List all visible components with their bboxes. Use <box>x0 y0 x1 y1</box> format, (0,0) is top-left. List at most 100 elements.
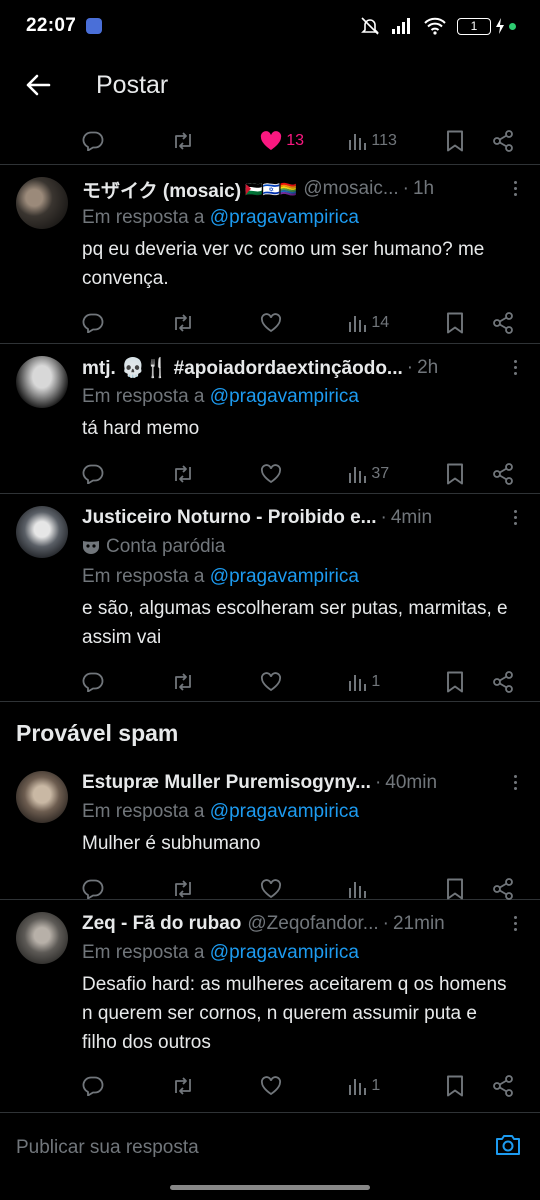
timestamp[interactable]: 1h <box>413 178 434 200</box>
bookmark-button[interactable] <box>446 671 492 693</box>
views-button[interactable]: 1 <box>347 672 446 692</box>
timestamp[interactable]: 4min <box>391 507 432 529</box>
timestamp[interactable]: 21min <box>393 913 445 935</box>
page-title: Postar <box>96 70 169 99</box>
views-button[interactable] <box>347 879 446 899</box>
timestamp[interactable]: 40min <box>385 772 437 794</box>
author-name[interactable]: モザイク (mosaic) <box>82 176 241 203</box>
bookmark-icon <box>447 878 464 900</box>
like-button[interactable] <box>260 313 347 333</box>
views-button[interactable]: 37 <box>347 464 446 484</box>
mention-link[interactable]: @pragavampirica <box>210 386 359 407</box>
repost-button[interactable] <box>171 672 260 692</box>
like-button[interactable] <box>260 879 347 899</box>
share-button[interactable] <box>492 878 514 900</box>
mention-link[interactable]: @pragavampirica <box>210 566 359 587</box>
tweet-text: Desafio hard: as mulheres aceitarem q os… <box>82 974 507 1053</box>
reply-icon <box>82 464 104 484</box>
heart-icon <box>261 879 282 899</box>
separator-dot: · <box>380 507 387 528</box>
repost-button[interactable] <box>171 879 260 899</box>
heart-icon <box>261 313 282 333</box>
charging-icon <box>496 18 504 34</box>
bookmark-button[interactable] <box>446 312 492 334</box>
share-button[interactable] <box>492 130 514 152</box>
battery-level: 1 <box>457 17 491 35</box>
like-button[interactable] <box>260 464 347 484</box>
spam-tweet[interactable]: Estupræ Muller Puremisogyny... · 40min E… <box>0 759 540 900</box>
author-handle[interactable]: @mosaic... <box>303 178 398 200</box>
main-post-actions: 13 113 <box>0 118 540 164</box>
mention-link[interactable]: @pragavampirica <box>210 207 359 228</box>
reply-tweet[interactable]: mtj. 💀🍴 #apoiadordaextinçãodo... · 2h Em… <box>0 344 540 493</box>
avatar[interactable] <box>16 771 68 823</box>
separator-dot: · <box>406 357 414 378</box>
mention-link[interactable]: @pragavampirica <box>210 942 359 963</box>
author-name[interactable]: Justiceiro Noturno - Proibido e... <box>82 507 377 529</box>
views-button[interactable]: 1 <box>347 1076 446 1096</box>
bookmark-button[interactable] <box>446 1075 492 1097</box>
mute-icon <box>361 17 379 35</box>
like-button[interactable] <box>260 672 347 692</box>
reply-button[interactable] <box>82 672 171 692</box>
author-name[interactable]: Zeq - Fã do rubao <box>82 913 241 935</box>
reply-button[interactable] <box>82 879 171 899</box>
repost-button[interactable] <box>171 131 260 151</box>
reply-tweet[interactable]: Justiceiro Noturno - Proibido e... · 4mi… <box>0 494 540 701</box>
like-button[interactable] <box>260 1076 347 1096</box>
more-options-icon[interactable] <box>512 181 518 196</box>
avatar[interactable] <box>16 356 68 408</box>
share-button[interactable] <box>492 671 514 693</box>
like-button[interactable]: 13 <box>260 131 347 151</box>
share-button[interactable] <box>492 1075 514 1097</box>
avatar[interactable] <box>16 506 68 558</box>
home-indicator[interactable] <box>170 1185 370 1190</box>
heart-icon <box>261 672 282 692</box>
repost-button[interactable] <box>171 313 260 333</box>
reply-button[interactable] <box>82 464 171 484</box>
author-handle[interactable]: @Zeqofandor... <box>247 913 378 935</box>
reply-button[interactable] <box>82 1076 171 1096</box>
back-button[interactable] <box>0 74 76 96</box>
more-options-icon[interactable] <box>512 916 518 931</box>
more-options-icon[interactable] <box>512 360 518 375</box>
more-options-icon[interactable] <box>512 775 518 790</box>
share-button[interactable] <box>492 312 514 334</box>
reply-button[interactable] <box>82 313 171 333</box>
timestamp[interactable]: 2h <box>417 357 438 379</box>
more-options-icon[interactable] <box>512 510 518 525</box>
avatar[interactable] <box>16 912 68 964</box>
reply-input[interactable]: Publicar sua resposta <box>16 1137 199 1159</box>
camera-button[interactable] <box>494 1133 522 1162</box>
tweet-text: Mulher é subhumano <box>82 833 261 854</box>
repost-button[interactable] <box>171 1076 260 1096</box>
reply-icon <box>82 1076 104 1096</box>
bookmark-button[interactable] <box>446 463 492 485</box>
author-name[interactable]: mtj. 💀🍴 #apoiadordaextinçãodo... <box>82 356 403 380</box>
parody-label: Conta paródia <box>82 532 514 562</box>
mention-link[interactable]: @pragavampirica <box>210 801 359 822</box>
avatar[interactable] <box>16 177 68 229</box>
tweet-text: pq eu deveria ver vc como um ser humano?… <box>82 239 485 289</box>
views-count: 113 <box>371 132 397 149</box>
reply-composer[interactable]: Publicar sua resposta <box>0 1112 540 1182</box>
views-button[interactable]: 14 <box>347 313 446 333</box>
spam-tweet[interactable]: Zeq - Fã do rubao @Zeqofandor... · 21min… <box>0 900 540 1098</box>
reply-tweet[interactable]: モザイク (mosaic) 🇵🇸🇮🇱🏳️‍🌈 @mosaic... · 1h E… <box>0 165 540 343</box>
views-icon <box>349 134 367 150</box>
reply-button[interactable] <box>82 131 171 151</box>
bookmark-icon <box>447 1075 464 1097</box>
battery-indicator: 1 <box>457 17 516 35</box>
views-button[interactable]: 113 <box>347 131 446 151</box>
bookmark-button[interactable] <box>446 878 492 900</box>
status-time: 22:07 <box>26 15 77 36</box>
share-button[interactable] <box>492 463 514 485</box>
reply-context: Em resposta a @pragavampirica <box>82 382 514 412</box>
author-name[interactable]: Estupræ Muller Puremisogyny... <box>82 772 371 794</box>
repost-button[interactable] <box>171 464 260 484</box>
repost-icon <box>175 465 192 483</box>
signal-icon <box>392 18 410 34</box>
separator-dot: · <box>382 913 389 934</box>
bookmark-button[interactable] <box>446 130 492 152</box>
reply-prefix: Em resposta a <box>82 386 205 407</box>
